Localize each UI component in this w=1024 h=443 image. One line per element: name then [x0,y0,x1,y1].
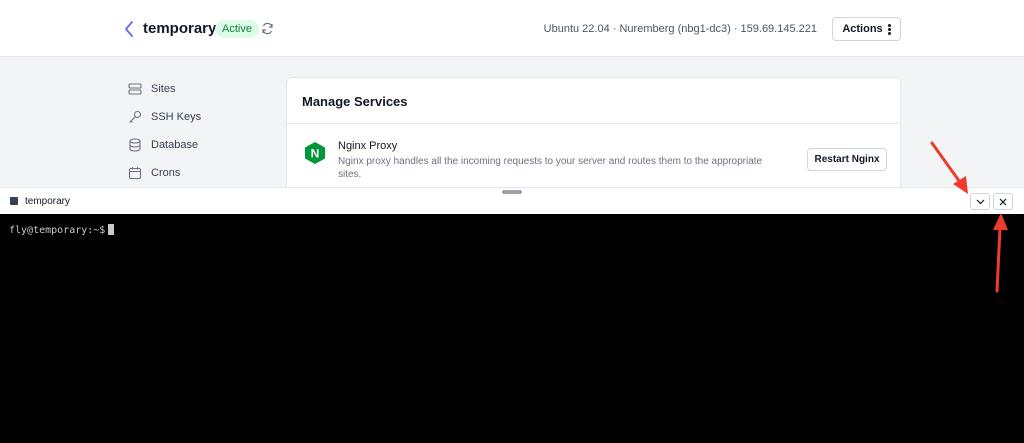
refresh-icon[interactable] [261,22,274,35]
service-name: Nginx Proxy [338,140,398,152]
service-description: Nginx proxy handles all the incoming req… [338,156,763,180]
nginx-logo-icon: N [305,142,325,164]
sidebar-item-sites[interactable]: Sites [128,80,175,98]
server-name: temporary [143,20,217,37]
terminal-cursor [108,224,115,235]
terminal-prompt: fly@temporary:~$ [9,224,115,236]
nginx-logo-letter: N [311,147,320,161]
server-icon [128,83,142,95]
actions-button[interactable]: Actions [832,17,901,41]
manage-services-card: Manage Services N Nginx Proxy Nginx prox… [286,77,901,197]
database-icon [129,138,141,152]
terminal-window[interactable]: fly@temporary:~$ [0,214,1024,443]
divider [287,123,900,124]
annotation-arrow-collapse [930,141,964,187]
status-badge: Active [215,20,259,38]
prompt-text: fly@temporary:~$ [9,225,106,236]
restart-nginx-button[interactable]: Restart Nginx [807,148,887,171]
back-chevron-icon[interactable] [124,20,138,38]
server-header: temporary Active Ubuntu 22.04 · Nurember… [0,0,1024,57]
sidebar-item-label: Database [151,139,199,151]
card-title: Manage Services [302,94,408,109]
collapse-terminal-button[interactable] [970,193,990,210]
sidebar-item-database[interactable]: Database [128,136,198,154]
chevron-down-icon [976,199,984,204]
sidebar-item-ssh-keys[interactable]: SSH Keys [128,108,201,126]
actions-label: Actions [842,23,883,35]
sidebar-item-label: SSH Keys [151,111,202,123]
sidebar-item-crons[interactable]: Crons [128,164,180,182]
more-vertical-icon [887,23,891,35]
close-icon [999,198,1007,205]
server-meta: Ubuntu 22.04 · Nuremberg (nbg1-dc3) · 15… [543,23,817,35]
sidebar-item-label: Crons [151,167,181,179]
terminal-title: temporary [25,196,71,207]
calendar-icon [128,167,142,180]
key-icon [129,110,142,123]
terminal-header: temporary [0,187,1024,214]
close-terminal-button[interactable] [993,193,1013,210]
terminal-icon [10,197,18,205]
sidebar-item-label: Sites [151,83,176,95]
resize-handle[interactable] [502,190,522,194]
